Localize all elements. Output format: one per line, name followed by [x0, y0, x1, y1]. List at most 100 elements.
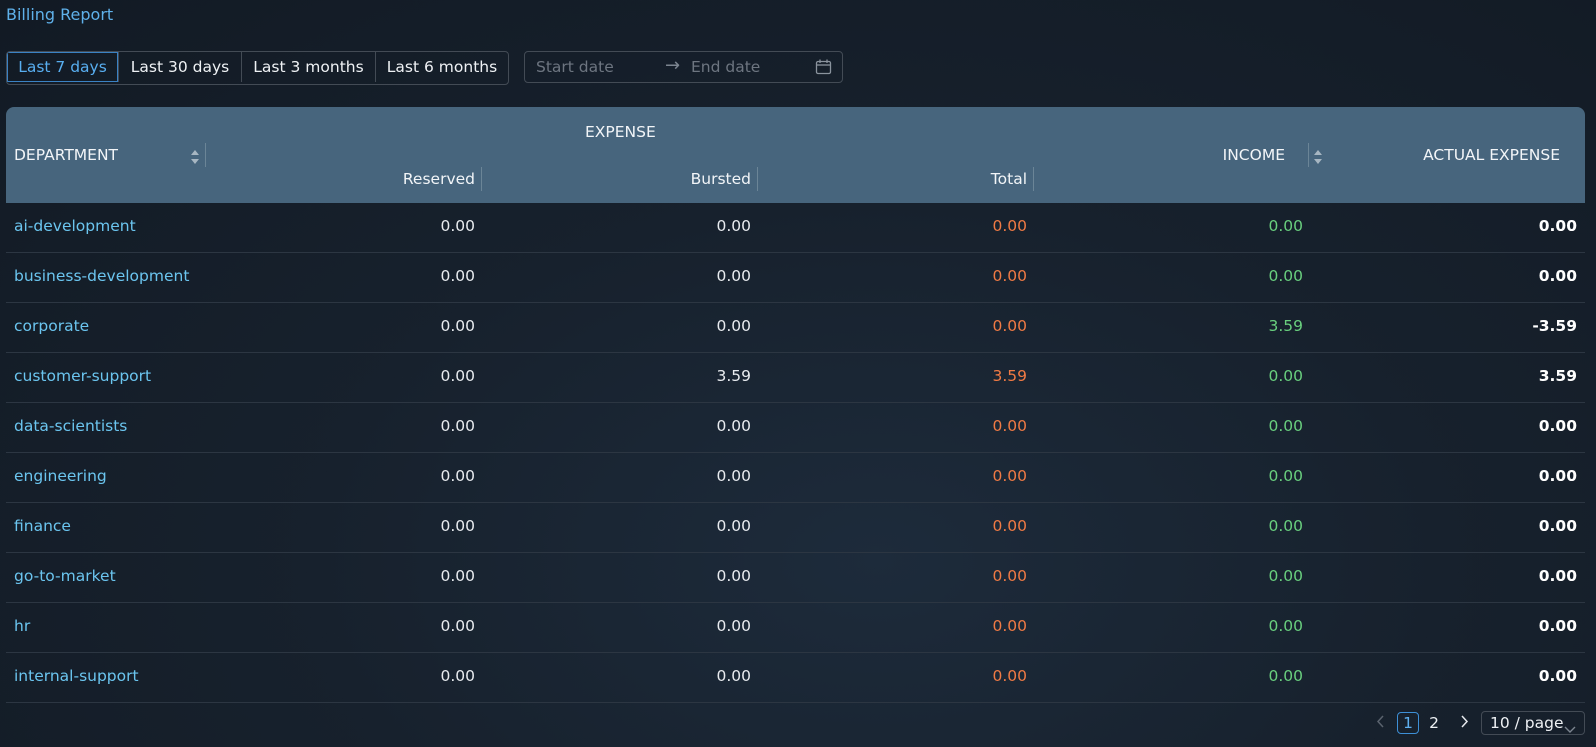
table-row: finance 0.00 0.00 0.00 0.00 0.00	[6, 503, 1585, 553]
bursted-value: 0.00	[716, 267, 751, 285]
arrow-right-icon: →	[665, 55, 681, 76]
total-expense-value: 0.00	[992, 617, 1027, 635]
department-link[interactable]: engineering	[14, 467, 107, 485]
total-expense-value: 0.00	[992, 467, 1027, 485]
table-row: business-development 0.00 0.00 0.00 0.00…	[6, 253, 1585, 303]
column-divider	[205, 143, 206, 167]
bursted-value: 0.00	[716, 617, 751, 635]
reserved-value: 0.00	[440, 667, 475, 685]
department-link[interactable]: business-development	[14, 267, 189, 285]
header-department-label: DEPARTMENT	[14, 146, 119, 164]
department-link[interactable]: corporate	[14, 317, 89, 335]
sort-department-icon[interactable]	[190, 149, 200, 165]
header-actual-expense[interactable]: ACTUAL EXPENSE	[1423, 146, 1560, 164]
bursted-value: 0.00	[716, 217, 751, 235]
total-expense-value: 0.00	[992, 217, 1027, 235]
reserved-value: 0.00	[440, 617, 475, 635]
table-row: customer-support 0.00 3.59 3.59 0.00 3.5…	[6, 353, 1585, 403]
reserved-value: 0.00	[440, 417, 475, 435]
department-link[interactable]: hr	[14, 617, 30, 635]
chevron-right-icon[interactable]	[1457, 714, 1471, 732]
bursted-value: 3.59	[716, 367, 751, 385]
table-header: DEPARTMENT EXPENSE Reserved Bursted Tota…	[6, 107, 1585, 203]
total-expense-value: 0.00	[992, 417, 1027, 435]
end-date-input[interactable]: End date	[691, 58, 760, 76]
reserved-value: 0.00	[440, 517, 475, 535]
range-last-6-months[interactable]: Last 6 months	[376, 52, 508, 82]
bursted-value: 0.00	[716, 517, 751, 535]
actual-expense-value: -3.59	[1532, 317, 1577, 335]
income-value: 0.00	[1268, 417, 1303, 435]
column-divider	[1033, 167, 1034, 191]
income-value: 3.59	[1268, 317, 1303, 335]
department-link[interactable]: go-to-market	[14, 567, 116, 585]
chevron-down-icon	[1564, 718, 1576, 740]
actual-expense-value: 0.00	[1538, 217, 1577, 235]
actual-expense-value: 0.00	[1538, 417, 1577, 435]
reserved-value: 0.00	[440, 317, 475, 335]
header-reserved: Reserved	[402, 170, 475, 188]
reserved-value: 0.00	[440, 367, 475, 385]
table-row: data-scientists 0.00 0.00 0.00 0.00 0.00	[6, 403, 1585, 453]
total-expense-value: 0.00	[992, 667, 1027, 685]
department-link[interactable]: customer-support	[14, 367, 151, 385]
bursted-value: 0.00	[716, 417, 751, 435]
table-row: corporate 0.00 0.00 0.00 3.59 -3.59	[6, 303, 1585, 353]
bursted-value: 0.00	[716, 317, 751, 335]
actual-expense-value: 0.00	[1538, 617, 1577, 635]
bursted-value: 0.00	[716, 667, 751, 685]
income-value: 0.00	[1268, 667, 1303, 685]
sort-income-icon[interactable]	[1313, 149, 1323, 165]
billing-table: DEPARTMENT EXPENSE Reserved Bursted Tota…	[6, 107, 1585, 703]
total-expense-value: 3.59	[992, 367, 1027, 385]
total-expense-value: 0.00	[992, 267, 1027, 285]
date-range-selector: Last 7 days Last 30 days Last 3 months L…	[6, 51, 509, 85]
total-expense-value: 0.00	[992, 517, 1027, 535]
page-2-button[interactable]: 2	[1423, 712, 1445, 734]
income-value: 0.00	[1268, 367, 1303, 385]
page-size-select[interactable]: 10 / page	[1481, 711, 1585, 735]
page-size-value: 10 / page	[1490, 714, 1564, 732]
chevron-left-icon[interactable]	[1373, 714, 1387, 732]
date-range-picker[interactable]: Start date → End date	[524, 51, 843, 83]
range-last-30-days[interactable]: Last 30 days	[119, 52, 242, 82]
income-value: 0.00	[1268, 517, 1303, 535]
calendar-icon[interactable]	[815, 59, 832, 79]
reserved-value: 0.00	[440, 267, 475, 285]
income-value: 0.00	[1268, 617, 1303, 635]
income-value: 0.00	[1268, 267, 1303, 285]
range-last-7-days[interactable]: Last 7 days	[7, 52, 119, 82]
header-expense: EXPENSE	[585, 123, 656, 141]
page-title[interactable]: Billing Report	[6, 5, 113, 24]
start-date-input[interactable]: Start date	[536, 58, 614, 76]
table-row: internal-support 0.00 0.00 0.00 0.00 0.0…	[6, 653, 1585, 703]
header-total: Total	[990, 170, 1027, 188]
department-link[interactable]: internal-support	[14, 667, 139, 685]
actual-expense-value: 0.00	[1538, 517, 1577, 535]
income-value: 0.00	[1268, 467, 1303, 485]
actual-expense-value: 3.59	[1538, 367, 1577, 385]
header-department[interactable]: DEPARTMENT	[14, 146, 118, 164]
department-link[interactable]: data-scientists	[14, 417, 127, 435]
actual-expense-value: 0.00	[1538, 267, 1577, 285]
column-divider	[481, 167, 482, 191]
column-divider	[757, 167, 758, 191]
actual-expense-value: 0.00	[1538, 567, 1577, 585]
bursted-value: 0.00	[716, 567, 751, 585]
table-row: go-to-market 0.00 0.00 0.00 0.00 0.00	[6, 553, 1585, 603]
table-row: engineering 0.00 0.00 0.00 0.00 0.00	[6, 453, 1585, 503]
department-link[interactable]: ai-development	[14, 217, 136, 235]
page-1-button[interactable]: 1	[1397, 712, 1419, 734]
table-row: hr 0.00 0.00 0.00 0.00 0.00	[6, 603, 1585, 653]
range-last-3-months[interactable]: Last 3 months	[242, 52, 376, 82]
total-expense-value: 0.00	[992, 317, 1027, 335]
bursted-value: 0.00	[716, 467, 751, 485]
total-expense-value: 0.00	[992, 567, 1027, 585]
column-divider	[1308, 143, 1309, 167]
reserved-value: 0.00	[440, 567, 475, 585]
header-income[interactable]: INCOME	[1223, 146, 1285, 164]
reserved-value: 0.00	[440, 217, 475, 235]
department-link[interactable]: finance	[14, 517, 71, 535]
table-row: ai-development 0.00 0.00 0.00 0.00 0.00	[6, 203, 1585, 253]
reserved-value: 0.00	[440, 467, 475, 485]
